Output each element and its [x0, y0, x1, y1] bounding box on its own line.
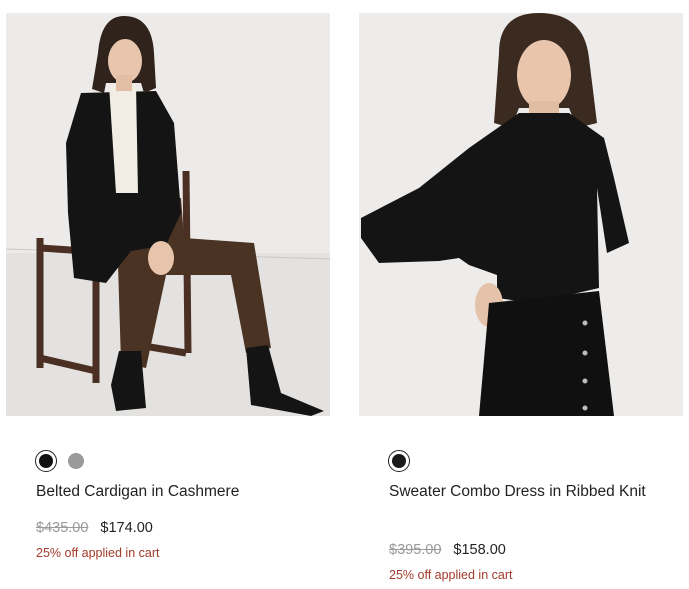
product-image-belted-cardigan[interactable]: [6, 13, 330, 416]
color-swatches: [388, 450, 410, 472]
color-swatch-black[interactable]: [35, 450, 57, 472]
color-swatches: [35, 450, 87, 472]
color-swatch-black[interactable]: [388, 450, 410, 472]
product-name[interactable]: Belted Cardigan in Cashmere: [36, 481, 296, 503]
product-image-sweater-combo-dress[interactable]: [359, 13, 683, 416]
price-row: $395.00 $158.00: [389, 542, 506, 558]
swatch-dot: [68, 453, 84, 469]
swatch-dot: [39, 454, 53, 468]
sale-price: $158.00: [453, 542, 506, 558]
product-photo: [6, 13, 330, 416]
swatch-dot: [392, 454, 406, 468]
color-swatch-grey[interactable]: [65, 450, 87, 472]
original-price: $435.00: [36, 520, 89, 536]
sale-price: $174.00: [100, 520, 153, 536]
original-price: $395.00: [389, 542, 442, 558]
promo-text: 25% off applied in cart: [389, 568, 513, 582]
product-name[interactable]: Sweater Combo Dress in Ribbed Knit: [389, 481, 649, 503]
product-card-sweater-combo-dress[interactable]: Sweater Combo Dress in Ribbed Knit $395.…: [359, 13, 683, 582]
product-card-belted-cardigan[interactable]: Belted Cardigan in Cashmere $435.00 $174…: [6, 13, 330, 560]
price-row: $435.00 $174.00: [36, 520, 153, 536]
product-photo: [359, 13, 683, 416]
promo-text: 25% off applied in cart: [36, 546, 160, 560]
